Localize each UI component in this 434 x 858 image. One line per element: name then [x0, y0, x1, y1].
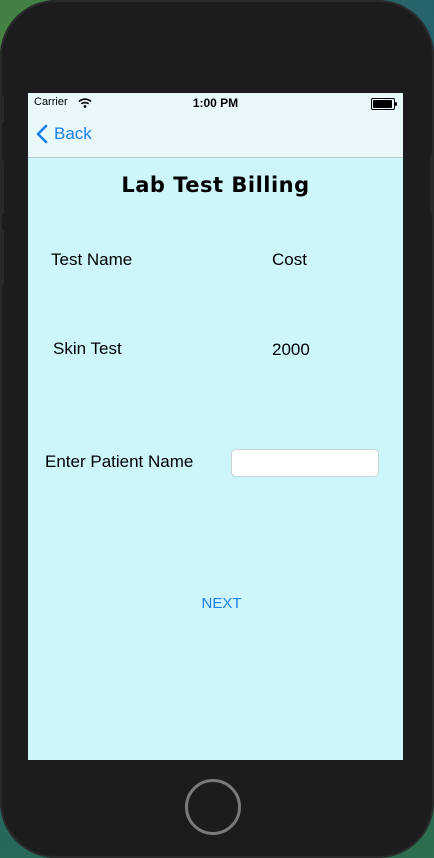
cost-value: 2000: [272, 340, 310, 359]
navigation-bar: Back: [28, 113, 403, 158]
test-name-value: Skin Test: [53, 339, 122, 358]
patient-name-label: Enter Patient Name: [45, 452, 194, 471]
patient-name-input[interactable]: [231, 449, 379, 477]
next-button[interactable]: NEXT: [28, 595, 403, 612]
status-time: 1:00 PM: [192, 96, 239, 110]
home-button[interactable]: [185, 779, 241, 835]
side-button-right: [430, 155, 434, 213]
header-test-name: Test Name: [51, 250, 133, 269]
page-title: Lab Test Billing: [121, 173, 310, 197]
status-bar: Carrier 1:00 PM: [28, 93, 403, 113]
side-button-left-1: [0, 95, 4, 123]
header-cost: Cost: [272, 250, 307, 269]
phone-frame: Carrier 1:00 PM Back Lab Test Billing Te…: [0, 0, 434, 858]
back-button[interactable]: Back: [36, 124, 92, 144]
side-button-left-2: [0, 160, 4, 215]
app-screen: Carrier 1:00 PM Back Lab Test Billing Te…: [28, 93, 403, 760]
side-button-left-3: [0, 230, 4, 285]
chevron-left-icon: [36, 124, 48, 144]
battery-icon: [371, 98, 397, 110]
back-label: Back: [54, 124, 92, 143]
